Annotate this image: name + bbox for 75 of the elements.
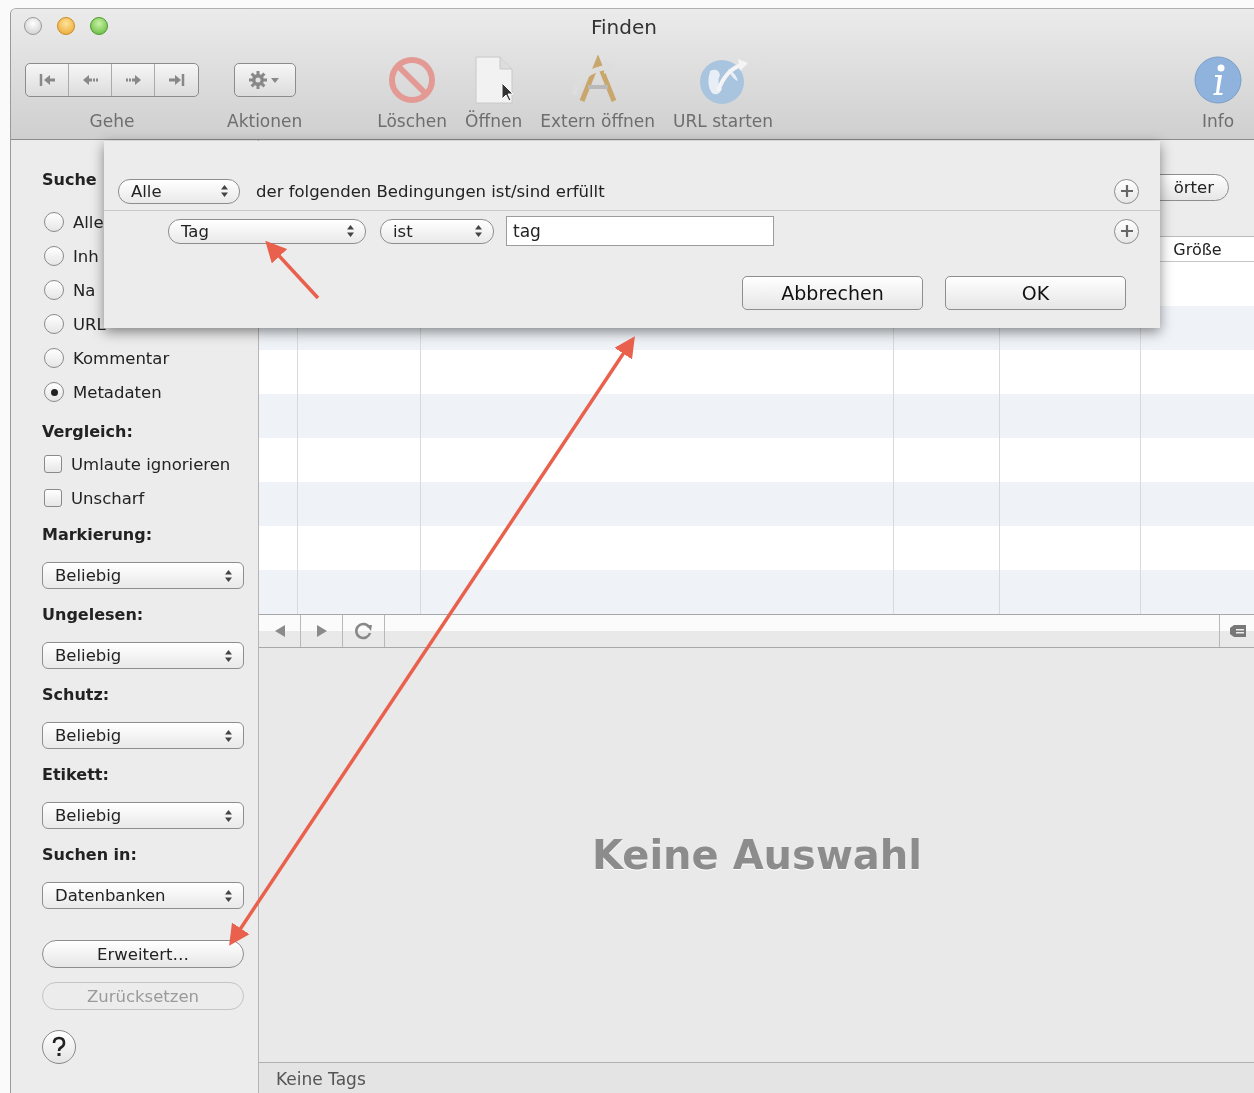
zoom-button[interactable] — [90, 17, 108, 35]
radio-button[interactable] — [44, 314, 64, 334]
empty-preview-text: Keine Auswahl — [591, 832, 922, 878]
up-down-arrows-icon — [346, 224, 355, 238]
up-down-arrows-icon — [224, 808, 233, 823]
checkbox[interactable] — [44, 455, 62, 473]
up-down-arrows-icon — [224, 568, 233, 583]
radio-label: Inh — [73, 246, 99, 266]
dropdown[interactable]: Beliebig — [42, 562, 244, 589]
up-down-arrows-icon — [224, 728, 233, 743]
add-button[interactable] — [1114, 218, 1139, 244]
advanced-button[interactable]: Erweitert… — [42, 940, 244, 968]
plus-icon — [1119, 224, 1134, 238]
dropdown[interactable]: Alle — [118, 178, 240, 204]
status-text: Keine Tags — [276, 1068, 366, 1089]
refresh-icon — [353, 621, 374, 641]
gear-icon — [247, 70, 282, 90]
right-arrow-icon — [124, 72, 142, 88]
up-down-arrows-icon — [474, 224, 483, 238]
condition-text: der folgenden Bedingungen ist/sind erfüllt — [256, 181, 605, 201]
radio-label: Alle — [73, 212, 104, 232]
checkbox-label: Unscharf — [71, 488, 145, 508]
radio-button[interactable] — [44, 246, 64, 266]
radio-button[interactable] — [44, 212, 64, 232]
checkbox[interactable] — [44, 489, 62, 507]
radio-label: Na — [73, 280, 96, 300]
section-heading: Etikett: — [42, 764, 109, 786]
dropdown[interactable]: Beliebig — [42, 722, 244, 749]
navigation-segmented-control[interactable] — [25, 63, 199, 97]
dropdown[interactable]: Beliebig — [42, 802, 244, 829]
plus-icon — [1119, 184, 1134, 198]
actions-menu-button[interactable] — [233, 63, 296, 97]
tag-icon — [1228, 625, 1247, 637]
checkbox-label: Umlaute ignorieren — [71, 454, 231, 474]
up-down-arrows-icon — [224, 648, 233, 663]
annotation-arrow — [265, 240, 320, 300]
toolbar-label: Extern öffnen — [540, 111, 656, 131]
dropdown[interactable]: Tag — [168, 218, 366, 244]
toolbar-label: Aktionen — [227, 111, 303, 131]
prohibited-icon — [387, 55, 438, 105]
left-arrow-icon — [81, 72, 99, 88]
toolbar-label: Löschen — [377, 111, 448, 131]
radio-label: Kommentar — [73, 348, 170, 368]
section-heading: Markierung: — [42, 524, 153, 546]
radio-label: Metadaten — [73, 382, 162, 402]
section-heading: Vergleich: — [42, 421, 133, 443]
value-field[interactable]: tag — [506, 216, 774, 246]
radio-button[interactable] — [44, 382, 64, 402]
section-heading: Schutz: — [42, 684, 110, 706]
toolbar-label: Info — [1201, 111, 1235, 131]
section-heading: Suche — [42, 169, 97, 191]
ok-button[interactable]: OK — [945, 276, 1126, 310]
last-icon — [168, 72, 185, 88]
section-heading: Ungelesen: — [42, 604, 144, 626]
first-icon — [38, 72, 56, 88]
up-down-arrows-icon — [224, 888, 233, 903]
add-button[interactable] — [1114, 178, 1139, 204]
radio-button[interactable] — [44, 348, 64, 368]
toolbar-label: Gehe — [89, 111, 135, 131]
dropdown[interactable]: Datenbanken — [42, 882, 244, 909]
close-button[interactable] — [24, 17, 42, 35]
help-button[interactable] — [42, 1030, 76, 1064]
cancel-button[interactable]: Abbrechen — [742, 276, 923, 310]
toolbar-label: Öffnen — [465, 111, 523, 131]
window-title: Finden — [591, 15, 657, 39]
minimize-button[interactable] — [57, 17, 75, 35]
toolbar-label: URL starten — [673, 111, 774, 131]
dropdown[interactable]: Beliebig — [42, 642, 244, 669]
radio-label: URL — [73, 314, 106, 334]
up-down-arrows-icon — [220, 184, 229, 198]
info-icon — [1193, 55, 1243, 105]
column-header[interactable]: Größe — [1173, 239, 1222, 259]
section-heading: Suchen in: — [42, 844, 137, 866]
radio-button[interactable] — [44, 280, 64, 300]
dropdown[interactable]: ist — [380, 218, 494, 244]
